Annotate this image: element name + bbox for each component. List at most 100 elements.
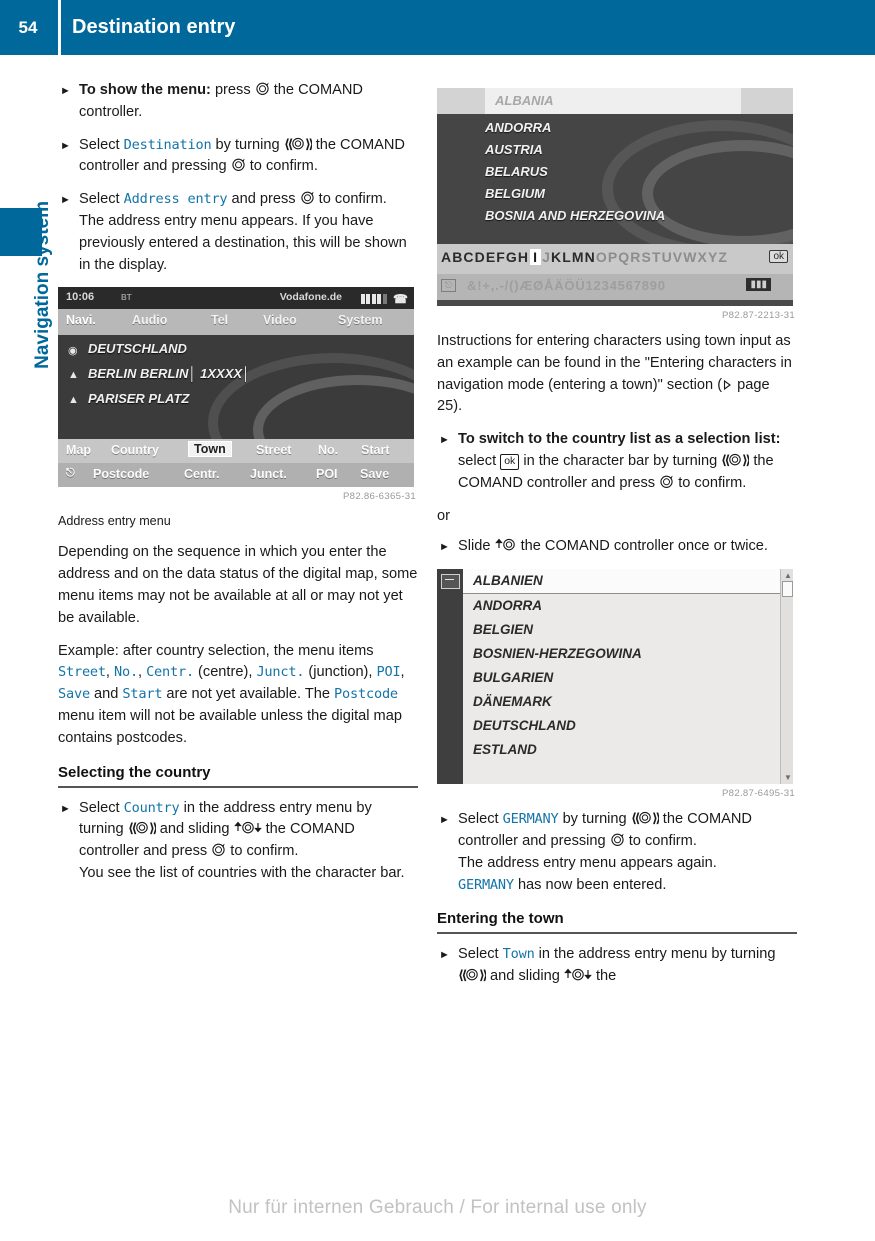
- svg-text:⟫: ⟫: [149, 822, 156, 836]
- page-title: Destination entry: [72, 16, 236, 38]
- softkey-map[interactable]: Map: [66, 443, 91, 457]
- step-switch-country-list: ► To switch to the country list as a sele…: [437, 429, 797, 494]
- charbar-ok-key[interactable]: ok: [769, 250, 788, 263]
- list-item[interactable]: BOSNIEN-HERZEGOWINA: [473, 646, 642, 661]
- figure-address-entry-menu: 10:06 BT Vodafone.de ☎ Navi. Audio Tel V…: [58, 287, 418, 502]
- list-item[interactable]: ANDORRA: [473, 598, 542, 613]
- menu-ref-address-entry: Address entry: [123, 191, 228, 208]
- figure-caption: Address entry menu: [58, 514, 171, 529]
- screen-softkey-row-2: ⎋ Postcode Centr. Junct. POI Save: [58, 463, 414, 488]
- list-item[interactable]: ESTLAND: [473, 742, 537, 757]
- menu-item-tel[interactable]: Tel: [211, 313, 228, 327]
- softkey-number[interactable]: No.: [318, 443, 338, 457]
- list-item[interactable]: BELARUS: [485, 164, 548, 179]
- town-step-text-1: Select: [458, 946, 503, 963]
- list-item[interactable]: BELGIUM: [485, 186, 545, 201]
- back-icon[interactable]: ⎋: [66, 467, 75, 480]
- charbar-letters-opqrst[interactable]: OPQRST: [596, 249, 662, 265]
- svg-text:⟪: ⟪: [631, 812, 640, 826]
- figure-code: P82.86-6365-31: [342, 491, 416, 503]
- germany-step-text-2: by turning: [558, 811, 631, 828]
- softkey-start[interactable]: Start: [361, 443, 389, 457]
- list-item[interactable]: AUSTRIA: [485, 142, 543, 157]
- menu-ref-junct: Junct.: [256, 664, 305, 681]
- list-item-selected[interactable]: ALBANIEN: [473, 573, 543, 588]
- page-header: 54 Destination entry: [0, 0, 875, 55]
- menu-item-navi[interactable]: Navi.: [66, 313, 96, 327]
- selected-country-row[interactable]: ALBANIA: [485, 88, 741, 114]
- softkey-postcode[interactable]: Postcode: [93, 467, 149, 481]
- country-list-area: ANDORRA AUSTRIA BELARUS BELGIUM BOSNIA A…: [437, 114, 793, 244]
- list-item[interactable]: BOSNIA AND HERZEGOVINA: [485, 208, 665, 223]
- charbar-letters-before[interactable]: ABCDEFGH: [441, 249, 529, 265]
- softkey-junction[interactable]: Junct.: [250, 467, 287, 481]
- menu-item-audio[interactable]: Audio: [132, 313, 167, 327]
- softkey-street[interactable]: Street: [256, 443, 291, 457]
- charbar-keyboard-icon[interactable]: ▮▮▮: [746, 278, 771, 291]
- list-item[interactable]: DÄNEMARK: [473, 694, 552, 709]
- softkey-save[interactable]: Save: [360, 467, 389, 481]
- heading-selecting-the-country: Selecting the country: [58, 764, 418, 788]
- screen-header-row: ALBANIA: [437, 88, 793, 114]
- screen-menubar: Navi. Audio Tel Video System: [58, 309, 414, 336]
- list-item[interactable]: BELGIEN: [473, 622, 533, 637]
- softkey-poi[interactable]: POI: [316, 467, 338, 481]
- menu-ref-centr: Centr.: [146, 664, 194, 681]
- press-controller-icon: [610, 832, 625, 847]
- list-item[interactable]: DEUTSCHLAND: [473, 718, 576, 733]
- charbar-letter-j[interactable]: J: [542, 249, 551, 265]
- germany-step-text-4: to confirm.: [624, 832, 697, 849]
- step-select-town: ► Select Town in the address entry menu b…: [437, 944, 797, 988]
- comand-screen-country-list: ALBANIEN ANDORRA BELGIEN BOSNIEN-HERZEGO…: [437, 569, 793, 785]
- selected-country-label: ALBANIA: [495, 93, 554, 108]
- turn-controller-icon: ⟪⟫: [631, 810, 659, 826]
- scrollbar-thumb[interactable]: [782, 581, 793, 598]
- softkey-country[interactable]: Country: [111, 443, 159, 457]
- list-item[interactable]: ANDORRA: [485, 120, 551, 135]
- press-controller-icon: [659, 474, 674, 489]
- ok-key-inline-icon: ok: [500, 453, 520, 470]
- menu-ref-start: Start: [122, 686, 163, 703]
- character-bar-symbols: ⎋ &!+,.-/()ÆØÅÄÖÜ1234567890 ▮▮▮: [437, 274, 793, 300]
- softkey-town[interactable]: Town: [188, 440, 232, 457]
- switch-step-text-2: in the character bar by turning: [523, 452, 722, 469]
- germany-step-continuation-2: has now been entered.: [513, 876, 667, 893]
- figure-code: P82.87-6495-31: [721, 788, 795, 800]
- left-column: ► To show the menu: press the COMAND con…: [58, 80, 418, 896]
- menu-item-video[interactable]: Video: [263, 313, 297, 327]
- heading-entering-the-town: Entering the town: [437, 910, 797, 935]
- back-icon[interactable]: [441, 574, 460, 590]
- scroll-up-icon[interactable]: ▲: [784, 571, 792, 580]
- menu-ref-germany: GERMANY: [502, 811, 559, 828]
- scroll-down-icon[interactable]: ▼: [784, 773, 792, 782]
- scrollbar[interactable]: ▲ ▼: [780, 569, 793, 785]
- character-bar-letters: ABCDEFGH I JKLMNOPQRSTUVWXYZ ok: [437, 244, 793, 274]
- menu-item-system[interactable]: System: [338, 313, 382, 327]
- turn-controller-icon: ⟪⟫: [721, 452, 749, 467]
- charbar-back-icon[interactable]: ⎋: [441, 279, 457, 292]
- step-bullet-icon: ►: [60, 85, 71, 97]
- svg-text:⟪: ⟪: [128, 822, 137, 836]
- switch-step-lead: To switch to the country list as a selec…: [458, 431, 781, 448]
- signal-strength-icon: [360, 293, 389, 305]
- town-step-text-3: and sliding: [486, 968, 564, 985]
- destination-town: BERLIN BERLIN│ 1XXXX│: [88, 366, 251, 382]
- charbar-letters-uvwxyz[interactable]: UVWXYZ: [662, 249, 729, 265]
- example-text-9: menu item will not be available unless t…: [58, 707, 402, 746]
- step-select-country: ► Select Country in the address entry men…: [58, 798, 418, 885]
- charbar-cursor-letter[interactable]: I: [530, 249, 542, 265]
- list-item[interactable]: BULGARIEN: [473, 670, 553, 685]
- town-step-text-2: in the address entry menu by turning: [534, 946, 776, 963]
- switch-step-text-4: to confirm.: [674, 474, 747, 491]
- softkey-centre[interactable]: Centr.: [184, 467, 219, 481]
- step-bullet-icon: ►: [60, 139, 71, 152]
- press-controller-icon: [255, 81, 270, 96]
- example-text-6: ,: [400, 664, 405, 681]
- example-text-2: ,: [105, 664, 115, 681]
- menu-ref-poi: POI: [376, 664, 401, 681]
- step-show-menu-lead: To show the menu:: [79, 82, 211, 98]
- comand-screen-country-charbar: ALBANIA ANDORRA AUSTRIA BELARUS BELGIUM …: [437, 88, 793, 306]
- charbar-letters-klmn[interactable]: KLMN: [551, 249, 596, 265]
- charbar-symbol-group[interactable]: &!+,.-/()ÆØÅÄÖÜ1234567890: [467, 278, 666, 293]
- paragraph-instructions: Instructions for entering characters usi…: [437, 331, 797, 418]
